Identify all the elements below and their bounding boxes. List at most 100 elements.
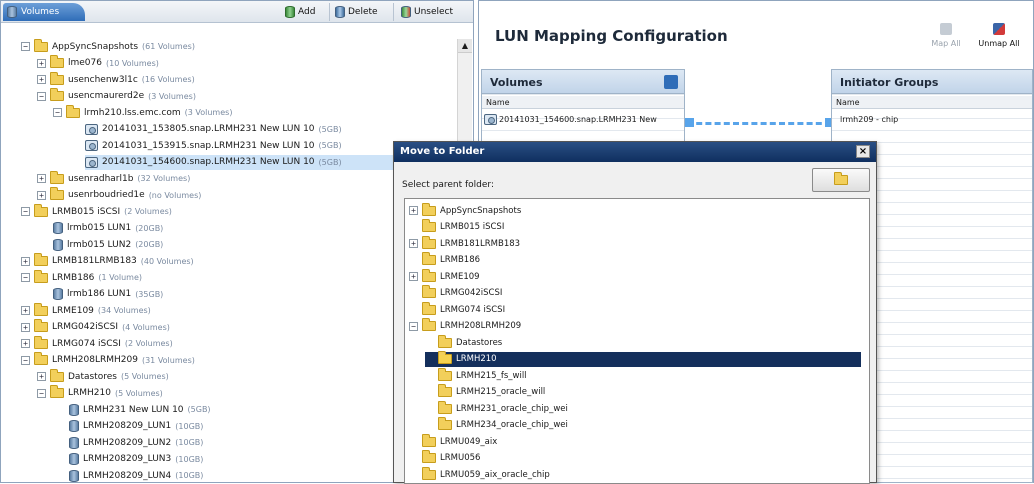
column-header-name[interactable]: Name: [832, 96, 1032, 109]
mapped-volume-row[interactable]: 20141031_154600.snap.LRMH231 New: [484, 112, 682, 126]
tree-row[interactable]: − LRMB015 iSCSI (2 Volumes): [21, 203, 172, 219]
tree-row[interactable]: LRMH215_fs_will: [425, 367, 527, 383]
tree-row[interactable]: + usenchenw3l1c (16 Volumes): [37, 71, 195, 87]
tree-row-label: usenrboudried1e: [68, 190, 145, 200]
tree-row[interactable]: + LRME109 (34 Volumes): [21, 302, 151, 318]
collapse-icon[interactable]: −: [21, 273, 30, 282]
expand-icon[interactable]: +: [409, 206, 418, 215]
tree-row[interactable]: LRMG074 iSCSI: [409, 301, 505, 317]
tree-row[interactable]: LRMB186: [409, 252, 480, 268]
tree-row[interactable]: + lme076 (10 Volumes): [37, 55, 159, 71]
tree-row-count: (10GB): [175, 438, 204, 447]
delete-button[interactable]: Delete: [335, 4, 378, 20]
tree-row[interactable]: + LRMG042iSCSI (4 Volumes): [21, 319, 170, 335]
expand-icon[interactable]: +: [21, 256, 30, 266]
close-icon[interactable]: ×: [856, 145, 870, 158]
tree-row[interactable]: − lrmh210.lss.emc.com (3 Volumes): [53, 104, 232, 120]
connector-handle-left[interactable]: [685, 118, 694, 127]
folder-icon: [834, 172, 848, 185]
tree-row[interactable]: + LRMB181LRMB183 (40 Volumes): [21, 253, 194, 269]
column-header-name[interactable]: Name: [482, 96, 684, 109]
tree-row[interactable]: + LRME109: [409, 268, 480, 284]
export-icon[interactable]: [664, 75, 678, 89]
expand-icon[interactable]: +: [21, 339, 30, 348]
tree-row[interactable]: lrmb186 LUN1 (35GB): [53, 287, 163, 302]
collapse-icon[interactable]: −: [409, 321, 418, 331]
tree-row[interactable]: 20141031_153915.snap.LRMH231 New LUN 10(…: [85, 138, 342, 153]
tree-row[interactable]: LRMH215_oracle_will: [425, 384, 546, 400]
tree-row-label: LRMH215_fs_will: [456, 370, 527, 381]
tree-row-label: LRME109: [440, 271, 480, 282]
tree-row[interactable]: − AppSyncSnapshots (61 Volumes): [21, 38, 195, 54]
tree-row[interactable]: + usenrboudried1e (no Volumes): [37, 187, 201, 203]
tab-volumes[interactable]: Volumes: [3, 3, 85, 21]
tree-row[interactable]: LRMU049_aix: [409, 433, 497, 449]
folder-icon: [422, 219, 436, 232]
tree-row[interactable]: − LRMH210 (5 Volumes): [37, 385, 163, 401]
tree-row[interactable]: LRMH231_oracle_chip_wei: [425, 400, 568, 416]
tree-row[interactable]: + Datastores (5 Volumes): [37, 368, 169, 384]
unmap-all-button[interactable]: Unmap All: [971, 23, 1027, 48]
tree-row[interactable]: LRMH208209_LUN2 (10GB): [69, 435, 203, 450]
tree-row[interactable]: LRMH208209_LUN4 (10GB): [69, 468, 203, 483]
tree-row-count: (5GB): [318, 141, 342, 150]
collapse-icon[interactable]: −: [21, 42, 30, 51]
volume-icon: [53, 238, 63, 251]
tree-row[interactable]: − LRMB186 (1 Volume): [21, 269, 142, 285]
folder-icon: [438, 367, 452, 381]
tree-row[interactable]: + AppSyncSnapshots: [409, 202, 521, 218]
tree-row[interactable]: LRMG042iSCSI: [409, 285, 502, 301]
expand-icon[interactable]: +: [409, 239, 418, 248]
volumes-list-header: Volumes: [482, 70, 684, 94]
expand-icon[interactable]: +: [37, 58, 46, 68]
initiator-group-row[interactable]: lrmh209 - chip: [834, 112, 1024, 126]
tree-row[interactable]: − LRMH208LRMH209 (31 Volumes): [21, 352, 195, 368]
folder-icon: [50, 170, 64, 184]
dialog-title-bar[interactable]: Move to Folder: [394, 142, 876, 162]
expand-icon[interactable]: +: [21, 322, 30, 332]
scroll-up-arrow-icon[interactable]: ▲: [458, 39, 472, 53]
map-all-label: Map All: [931, 39, 961, 48]
tree-row[interactable]: LRMH231 New LUN 10 (5GB): [69, 402, 211, 417]
tree-row[interactable]: LRMH208209_LUN3 (10GB): [69, 452, 203, 467]
tree-row-label: LRMH215_oracle_will: [456, 387, 546, 397]
expand-icon[interactable]: +: [409, 272, 418, 281]
tree-row[interactable]: + LRMB181LRMB183: [409, 235, 520, 251]
tree-row-count: (20GB): [135, 240, 164, 249]
tree-row[interactable]: LRMU056: [409, 450, 480, 466]
collapse-icon[interactable]: −: [53, 108, 62, 117]
tree-row[interactable]: + usenradharl1b (32 Volumes): [37, 170, 190, 186]
tree-row[interactable]: LRMH208209_LUN1 (10GB): [69, 419, 203, 434]
tree-row[interactable]: 20141031_153805.snap.LRMH231 New LUN 10(…: [85, 122, 342, 137]
tree-row[interactable]: − LRMH208LRMH209: [409, 318, 521, 334]
folder-icon: [438, 351, 452, 364]
tree-row[interactable]: − usencmaurerd2e (3 Volumes): [37, 88, 196, 104]
tree-row[interactable]: lrmb015 LUN1 (20GB): [53, 221, 163, 236]
tree-row[interactable]: LRMU059_aix_oracle_chip: [409, 466, 550, 482]
collapse-icon[interactable]: −: [37, 91, 46, 101]
expand-icon[interactable]: +: [37, 174, 46, 183]
tree-row[interactable]: LRMH234_oracle_chip_wei: [425, 417, 568, 433]
folder-icon: [34, 203, 48, 217]
tree-row[interactable]: LRMH210: [425, 351, 861, 367]
collapse-icon[interactable]: −: [21, 207, 30, 216]
expand-icon[interactable]: +: [37, 190, 46, 200]
new-folder-button[interactable]: [812, 168, 870, 192]
collapse-icon[interactable]: −: [37, 388, 46, 398]
add-button[interactable]: Add: [285, 4, 315, 20]
tree-row[interactable]: Datastores: [425, 334, 502, 350]
tree-row-count: (34 Volumes): [97, 306, 151, 315]
tree-row-label: LRMB181LRMB183: [52, 256, 137, 266]
tree-row[interactable]: + LRMG074 iSCSI (2 Volumes): [21, 335, 173, 351]
expand-icon[interactable]: +: [21, 306, 30, 315]
tree-row-count: (10GB): [175, 421, 204, 431]
collapse-icon[interactable]: −: [21, 355, 30, 365]
expand-icon[interactable]: +: [37, 75, 46, 84]
tree-row-label: LRMB186: [52, 272, 95, 283]
expand-icon[interactable]: +: [37, 372, 46, 381]
unselect-button[interactable]: Unselect: [401, 4, 453, 20]
map-all-button[interactable]: Map All: [927, 23, 965, 48]
delete-button-label: Delete: [348, 7, 378, 17]
tree-row[interactable]: lrmb015 LUN2 (20GB): [53, 237, 163, 252]
tree-row[interactable]: LRMB015 iSCSI: [409, 219, 504, 235]
